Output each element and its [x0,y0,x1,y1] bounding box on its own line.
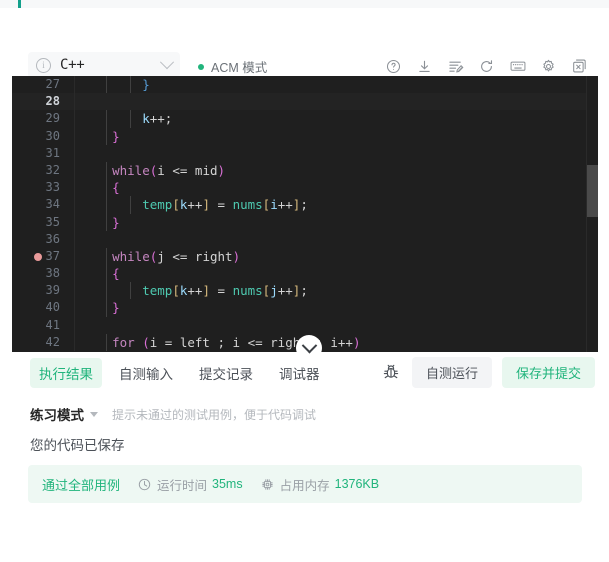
memory-value: 1376KB [334,477,380,491]
code-text: k++; [142,111,173,127]
chevron-down-icon [301,337,317,353]
practice-mode-label[interactable]: 练习模式 [30,404,84,424]
line-number: 31 [45,145,60,160]
code-line[interactable]: 38 { [12,265,598,283]
runtime-stat: 运行时间 35ms [138,475,243,494]
line-number: 33 [45,180,60,195]
gutter-divider [74,161,75,180]
code-line[interactable]: 39 temp[k++] = nums[j++]; [12,282,598,300]
gutter-divider [74,76,75,94]
code-text: } [112,214,120,230]
panel-tabs: 执行结果 自测输入 提交记录 调试器 [30,358,329,388]
line-number: 27 [45,77,60,91]
code-text: temp[k++] = nums[j++]; [142,283,308,299]
result-summary-box: 通过全部用例 运行时间 35ms 占用内存 1376KB [28,465,582,503]
runtime-label: 运行时间 [157,478,208,493]
code-line[interactable]: 37 while(j <= right) [12,247,598,266]
language-label: C++ [60,57,85,73]
code-line[interactable]: 40 } [12,299,598,317]
line-number: 40 [45,300,60,315]
code-line[interactable]: 33 { [12,179,598,197]
practice-mode-hint: 提示未通过的测试用例，便于代码调试 [112,407,317,422]
acm-mode-indicator[interactable]: ACM 模式 [198,57,267,76]
code-text: } [142,77,150,92]
gutter-divider [74,333,75,351]
code-line[interactable]: 29 k++; [12,110,598,128]
code-line[interactable]: 31 [12,144,598,162]
code-line[interactable]: 36 [12,230,598,248]
editor-scrollbar-thumb[interactable] [587,165,598,217]
gutter-divider [74,127,75,145]
line-number: 36 [45,231,60,246]
tab-custom-input[interactable]: 自测输入 [110,358,182,388]
collapse-editor-button[interactable] [296,335,322,361]
code-line[interactable]: 41 [12,316,598,334]
bottom-panel: 执行结果 自测输入 提交记录 调试器 自测运行 保存并提交 练习模式 提示未通过… [0,352,609,562]
editor-toolbar: i C++ ACM 模式 [0,8,609,78]
code-line[interactable]: 32 while(i <= mid) [12,161,598,180]
code-lines-container: 27 } 28 29 k++; 30 } 31 32 while(i <= mid) 33 … [12,76,598,351]
line-number: 30 [45,128,60,143]
line-number: 39 [45,283,60,298]
editor-scrollbar-track[interactable] [587,76,598,352]
gutter-divider [74,179,75,197]
gutter-divider [74,144,75,162]
code-text: while(j <= right) [112,248,241,264]
tab-debugger[interactable]: 调试器 [270,358,329,388]
code-line[interactable]: 28 [12,93,598,111]
line-number: 38 [45,266,60,281]
gutter-divider [74,230,75,248]
chevron-down-icon[interactable] [90,411,98,417]
code-text: { [112,180,120,196]
info-circle-icon: i [36,57,51,73]
result-status[interactable]: 通过全部用例 [42,475,120,494]
line-number: 28 [45,94,60,109]
gutter-divider [74,316,75,334]
bug-icon[interactable] [380,361,402,385]
code-line[interactable]: 35 } [12,213,598,231]
code-text: while(i <= mid) [112,162,226,178]
run-button[interactable]: 自测运行 [411,357,492,388]
chevron-down-icon [159,55,175,70]
line-number: 35 [45,214,60,229]
practice-mode-row: 练习模式 提示未通过的测试用例，便于代码调试 [30,404,316,424]
gutter-divider [74,93,75,111]
gutter-divider [74,282,75,300]
line-number: 41 [45,317,60,332]
memory-label: 占用内存 [279,478,330,493]
code-line[interactable]: 30 } [12,127,598,145]
line-number: 32 [45,162,60,177]
code-line[interactable]: 34 temp[k++] = nums[i++]; [12,196,598,214]
accent-bar [18,0,21,8]
code-saved-message: 您的代码已保存 [30,438,125,453]
gutter-divider [74,247,75,266]
tab-submission-history[interactable]: 提交记录 [190,358,262,388]
code-text: { [112,266,120,282]
gutter-divider [74,213,75,231]
panel-actions: 自测运行 保存并提交 [380,357,595,388]
code-text: } [112,128,120,144]
acm-mode-label: ACM 模式 [211,61,268,75]
line-number: 29 [45,111,60,126]
code-text: temp[k++] = nums[i++]; [142,197,308,213]
line-number: 42 [45,334,60,349]
top-strip [0,0,609,8]
status-dot-icon [198,63,204,70]
runtime-value: 35ms [212,477,243,491]
code-text: } [112,300,120,316]
gutter-divider [74,265,75,283]
line-number: 34 [45,197,60,212]
memory-stat: 占用内存 1376KB [261,475,380,494]
code-editor[interactable]: 27 } 28 29 k++; 30 } 31 32 while(i <= mid) 33 … [12,76,598,352]
gutter-divider [74,299,75,317]
language-selector[interactable]: i C++ [28,52,180,78]
code-line[interactable]: 27 } [12,76,598,94]
gutter-divider [74,196,75,214]
gutter-divider [74,110,75,128]
tab-execution-result[interactable]: 执行结果 [30,358,102,388]
submit-button[interactable]: 保存并提交 [501,357,595,388]
